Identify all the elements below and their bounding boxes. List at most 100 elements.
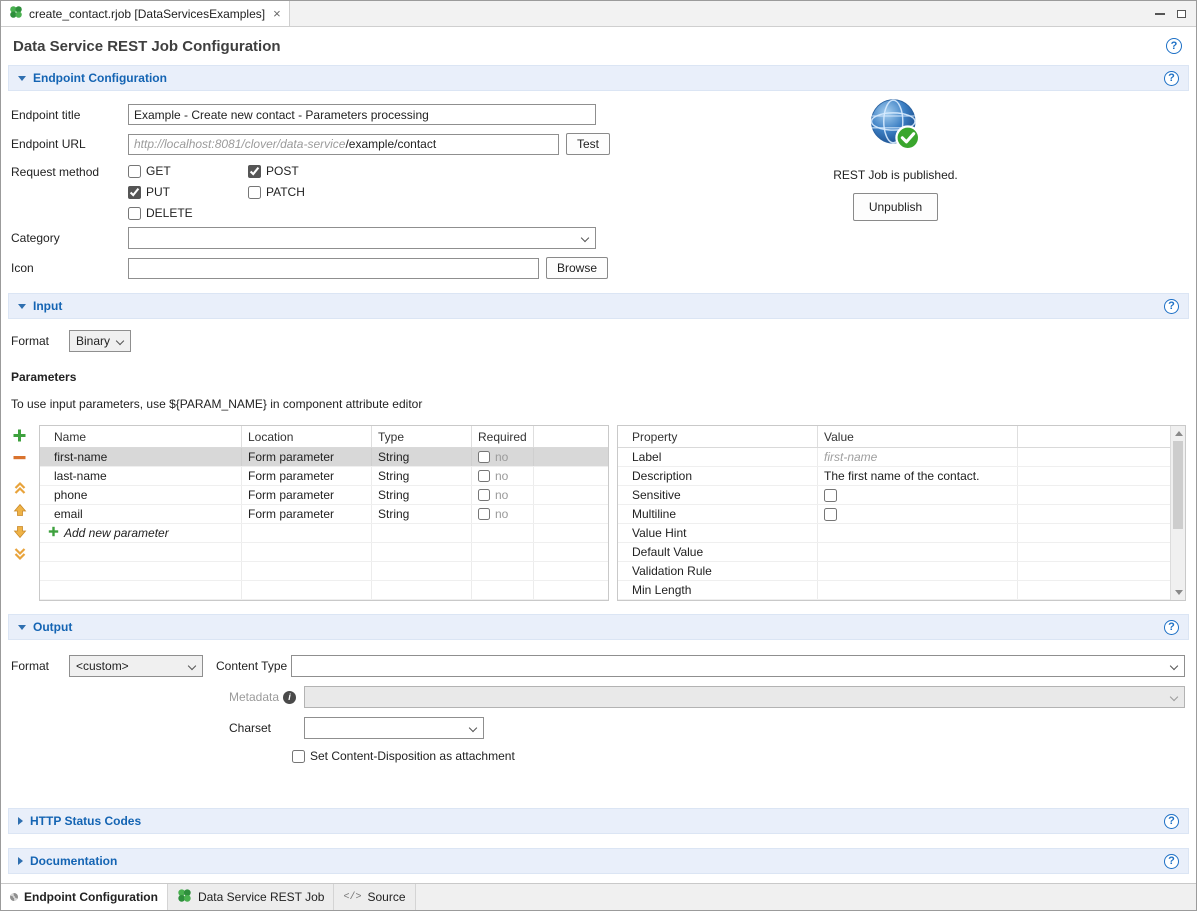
required-checkbox[interactable]: [478, 489, 490, 501]
remove-parameter-icon[interactable]: [11, 449, 28, 466]
move-top-icon[interactable]: [11, 479, 28, 496]
vertical-scrollbar[interactable]: [1170, 426, 1185, 600]
method-post[interactable]: POST: [248, 163, 368, 179]
required-checkbox[interactable]: [478, 451, 490, 463]
content-disposition-checkbox[interactable]: [292, 750, 305, 763]
scroll-down-icon[interactable]: [1175, 590, 1183, 595]
page-header: Data Service REST Job Configuration ?: [1, 27, 1196, 65]
test-button[interactable]: Test: [566, 133, 610, 155]
output-help-icon[interactable]: ?: [1164, 620, 1179, 635]
section-title: Output: [33, 620, 72, 634]
minimize-icon[interactable]: [1155, 13, 1165, 15]
section-endpoint-configuration: Endpoint Configuration ? Endpoint title …: [1, 65, 1196, 293]
tab-endpoint-configuration[interactable]: Endpoint Configuration: [1, 884, 168, 910]
parameters-toolbar: [11, 425, 39, 562]
parameter-row[interactable]: first-name Form parameter String no: [40, 448, 608, 467]
method-delete-checkbox[interactable]: [128, 207, 141, 220]
property-row[interactable]: Validation Rule: [618, 562, 1185, 581]
input-format-select[interactable]: Binary: [69, 330, 131, 352]
column-header-type[interactable]: Type: [372, 426, 472, 447]
browse-button[interactable]: Browse: [546, 257, 608, 279]
scroll-up-icon[interactable]: [1175, 431, 1183, 436]
documentation-section-header[interactable]: Documentation ?: [8, 848, 1189, 874]
property-row[interactable]: Multiline: [618, 505, 1185, 524]
column-header-name[interactable]: Name: [40, 426, 242, 447]
method-patch-label: PATCH: [266, 185, 305, 199]
input-section-header[interactable]: Input ?: [8, 293, 1189, 319]
property-value[interactable]: [818, 543, 1018, 561]
icon-input[interactable]: [128, 258, 539, 279]
section-output: Output ? Format <custom> Content Type: [1, 614, 1196, 774]
property-row[interactable]: Description The first name of the contac…: [618, 467, 1185, 486]
metadata-label-text: Metadata: [229, 690, 279, 704]
add-parameter-row[interactable]: Add new parameter: [40, 524, 608, 543]
endpoint-url-input[interactable]: http://localhost:8081/clover/data-servic…: [128, 134, 559, 155]
restore-icon[interactable]: [1177, 10, 1186, 18]
input-help-icon[interactable]: ?: [1164, 299, 1179, 314]
category-select[interactable]: [128, 227, 596, 249]
method-get-checkbox[interactable]: [128, 165, 141, 178]
add-parameter-icon[interactable]: [11, 427, 28, 444]
method-patch[interactable]: PATCH: [248, 184, 368, 200]
output-format-select[interactable]: <custom>: [69, 655, 203, 677]
property-row[interactable]: Label first-name: [618, 448, 1185, 467]
property-value[interactable]: [818, 524, 1018, 542]
parameter-location: Form parameter: [242, 505, 372, 523]
multiline-checkbox[interactable]: [824, 508, 837, 521]
section-title: Endpoint Configuration: [33, 71, 167, 85]
endpoint-help-icon[interactable]: ?: [1164, 71, 1179, 86]
column-header-location[interactable]: Location: [242, 426, 372, 447]
info-icon[interactable]: i: [283, 691, 296, 704]
unpublish-button[interactable]: Unpublish: [853, 193, 938, 221]
parameter-row[interactable]: last-name Form parameter String no: [40, 467, 608, 486]
property-value[interactable]: [818, 581, 1018, 599]
tab-data-service-rest-job[interactable]: Data Service REST Job: [168, 884, 335, 910]
property-row[interactable]: Sensitive: [618, 486, 1185, 505]
method-get[interactable]: GET: [128, 163, 248, 179]
property-value[interactable]: The first name of the contact.: [818, 467, 1018, 485]
endpoint-url-prefix: http://localhost:8081/clover/data-servic…: [134, 137, 345, 151]
required-checkbox[interactable]: [478, 508, 490, 520]
section-title: Input: [33, 299, 62, 313]
tab-source[interactable]: </> Source: [334, 884, 415, 910]
property-value[interactable]: first-name: [818, 448, 1018, 466]
method-put-checkbox[interactable]: [128, 186, 141, 199]
method-delete[interactable]: DELETE: [128, 205, 248, 221]
parameter-row[interactable]: email Form parameter String no: [40, 505, 608, 524]
property-value[interactable]: [818, 562, 1018, 580]
charset-select[interactable]: [304, 717, 484, 739]
endpoint-title-input[interactable]: [128, 104, 596, 125]
documentation-help-icon[interactable]: ?: [1164, 854, 1179, 869]
column-header-required[interactable]: Required: [472, 426, 534, 447]
content-type-combo[interactable]: [291, 655, 1185, 677]
method-put[interactable]: PUT: [128, 184, 248, 200]
page-help-icon[interactable]: ?: [1166, 38, 1182, 54]
editor-tab[interactable]: create_contact.rjob [DataServicesExample…: [1, 1, 290, 26]
property-row[interactable]: Min Length: [618, 581, 1185, 600]
required-checkbox[interactable]: [478, 470, 490, 482]
move-up-icon[interactable]: [11, 501, 28, 518]
http-status-help-icon[interactable]: ?: [1164, 814, 1179, 829]
output-section-header[interactable]: Output ?: [8, 614, 1189, 640]
request-method-group: GET PUT DELETE: [128, 163, 368, 221]
property-row[interactable]: Default Value: [618, 543, 1185, 562]
column-header-property[interactable]: Property: [618, 426, 818, 447]
parameter-row[interactable]: phone Form parameter String no: [40, 486, 608, 505]
method-patch-checkbox[interactable]: [248, 186, 261, 199]
property-row[interactable]: Value Hint: [618, 524, 1185, 543]
move-down-icon[interactable]: [11, 523, 28, 540]
sensitive-checkbox[interactable]: [824, 489, 837, 502]
metadata-select: [304, 686, 1185, 708]
window-controls: [1155, 1, 1196, 26]
column-header-value[interactable]: Value: [818, 426, 1018, 447]
scrollbar-thumb[interactable]: [1173, 441, 1183, 529]
http-status-section-header[interactable]: HTTP Status Codes ?: [8, 808, 1189, 834]
tab-close-icon[interactable]: ×: [273, 7, 281, 20]
method-post-checkbox[interactable]: [248, 165, 261, 178]
output-format-value: <custom>: [76, 659, 129, 673]
content-disposition-option[interactable]: Set Content-Disposition as attachment: [292, 748, 1185, 764]
move-bottom-icon[interactable]: [11, 545, 28, 562]
endpoint-section-header[interactable]: Endpoint Configuration ?: [8, 65, 1189, 91]
chevron-down-icon: [116, 337, 124, 345]
section-title: Documentation: [30, 854, 117, 868]
